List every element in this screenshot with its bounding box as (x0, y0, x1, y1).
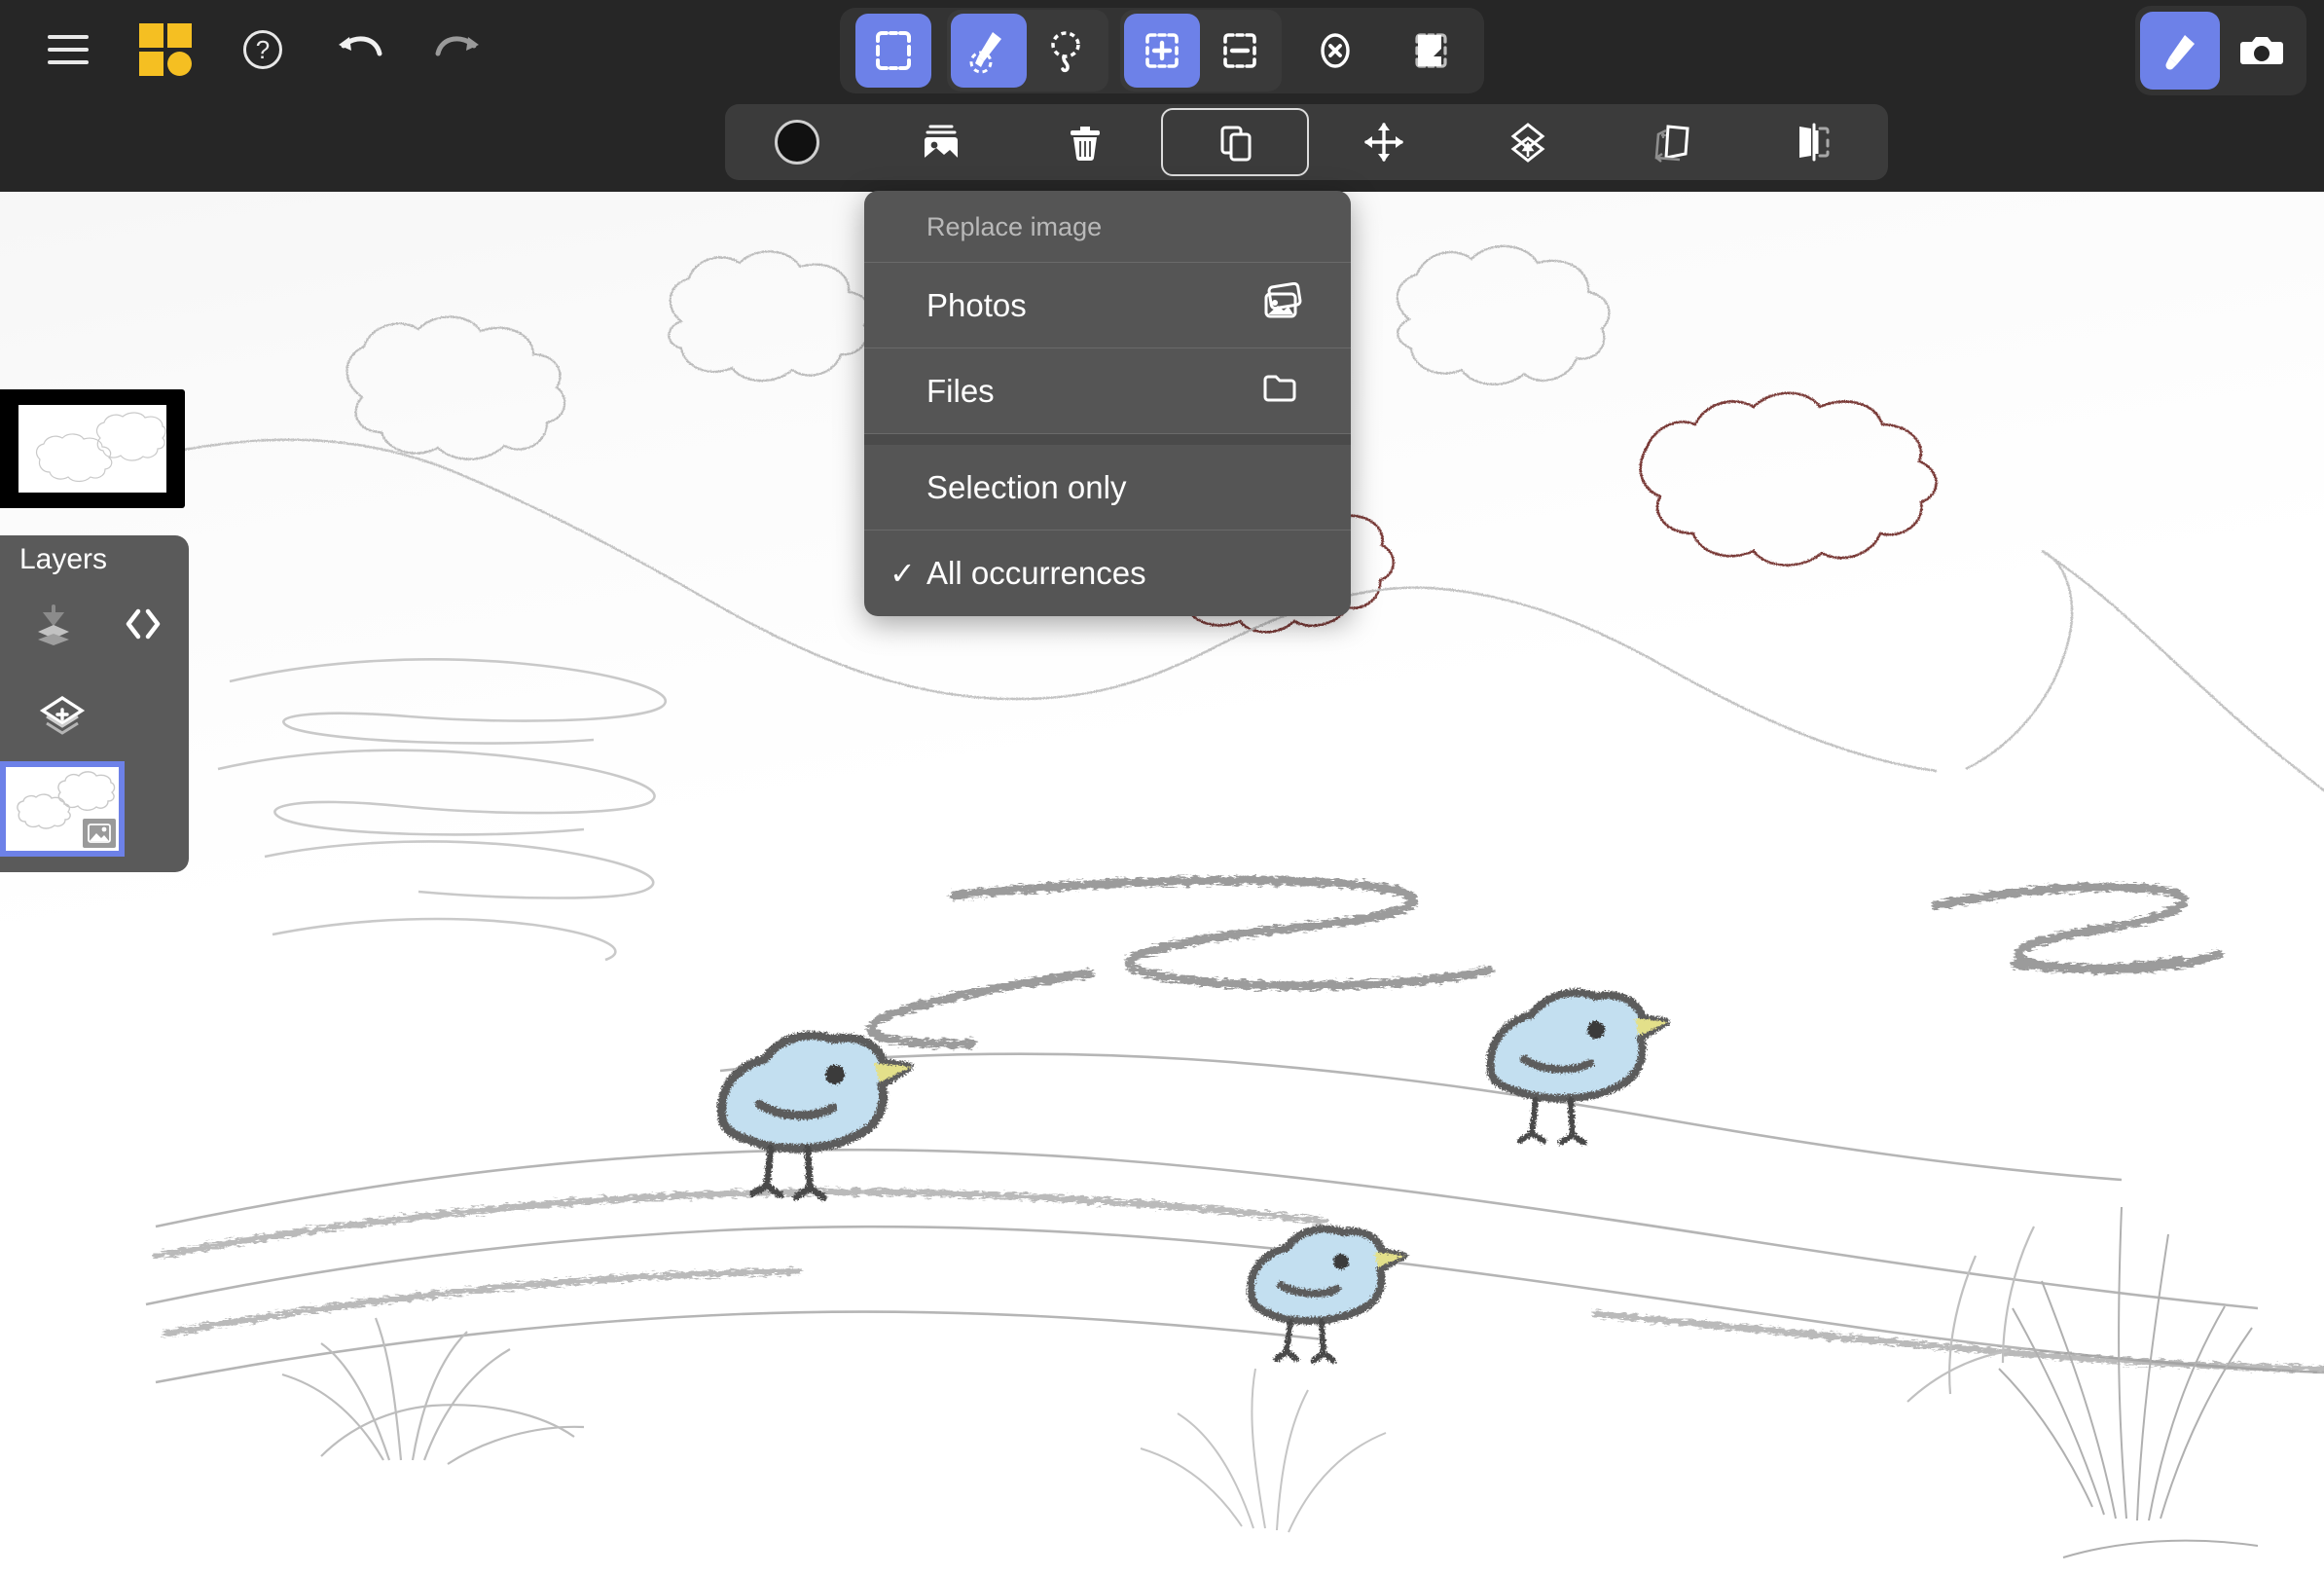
duplicate-icon (1220, 126, 1252, 162)
brush-tool-button[interactable] (2140, 12, 2220, 90)
layer-thumbnail (6, 767, 119, 851)
left-toolbar-cluster: ? (19, 0, 506, 99)
bird-left (716, 1031, 914, 1201)
canvas-preview-thumbnail (18, 405, 166, 493)
menu-divider (864, 434, 1351, 445)
move-arrows-icon (1364, 123, 1404, 162)
bird-center (1247, 1225, 1407, 1364)
distort-button[interactable] (1600, 104, 1744, 180)
app-logo-icon (139, 23, 192, 76)
help-button[interactable]: ? (214, 1, 311, 98)
add-to-selection-button[interactable] (1124, 14, 1200, 88)
invert-selection-button[interactable] (1393, 14, 1469, 88)
replace-menu-header: Replace image (864, 191, 1351, 263)
layers-list (0, 674, 125, 872)
subtract-from-selection-button[interactable] (1202, 14, 1278, 88)
undo-icon (339, 36, 382, 56)
brush-select-icon (969, 32, 1001, 74)
grass-right (1998, 1206, 2259, 1558)
menu-item-all-occurrences[interactable]: ✓ All occurrences (864, 531, 1351, 616)
menu-button[interactable] (19, 1, 117, 98)
arrange-button[interactable] (1456, 104, 1600, 180)
layers-title: Layers (19, 543, 108, 575)
canvas-preview-panel[interactable] (0, 389, 185, 508)
app-root: ? Replace image Photos Files Selection o… (0, 0, 2324, 1575)
invert-selection-icon (1415, 33, 1447, 68)
selection-mode-group (852, 10, 935, 92)
photos-icon (1259, 281, 1304, 329)
help-icon: ? (243, 30, 282, 69)
lasso-icon (1051, 31, 1080, 73)
context-toolbar (725, 104, 1888, 180)
grass-center (1140, 1368, 1387, 1533)
collapse-panel-button[interactable] (111, 592, 175, 656)
brush-select-button[interactable] (951, 14, 1027, 88)
dashed-rect-icon (876, 31, 911, 70)
flip-button[interactable] (1744, 104, 1888, 180)
duplicate-button[interactable] (1160, 108, 1309, 176)
ground-contours (145, 1052, 2324, 1384)
ground-texture (152, 1188, 2324, 1373)
selection-toolbar (840, 8, 1484, 93)
angle-brackets-icon (126, 608, 161, 640)
hamburger-icon (48, 35, 89, 64)
merge-down-button[interactable] (21, 592, 86, 656)
deselect-group (1293, 10, 1377, 92)
image-badge-icon (83, 819, 116, 848)
camera-icon (2240, 37, 2283, 64)
delete-button[interactable] (1013, 104, 1157, 180)
deselect-button[interactable] (1297, 14, 1373, 88)
color-swatch-button[interactable] (725, 104, 869, 180)
trash-icon (1070, 127, 1100, 161)
image-stack-icon (924, 125, 958, 160)
move-button[interactable] (1313, 104, 1457, 180)
flip-horizontal-icon (1799, 123, 1830, 162)
app-logo-button[interactable] (117, 1, 214, 98)
replace-image-button[interactable] (869, 104, 1013, 180)
layers-list-footer (0, 857, 125, 872)
right-toolbar-cluster (2135, 6, 2306, 95)
menu-item-photos[interactable]: Photos (864, 263, 1351, 348)
menu-item-selection-only[interactable]: Selection only (864, 445, 1351, 531)
menu-item-photos-label: Photos (926, 286, 1027, 323)
add-layer-button[interactable] (0, 674, 125, 761)
replace-image-menu: Replace image Photos Files Selection onl… (864, 191, 1351, 616)
camera-tool-button[interactable] (2222, 12, 2302, 90)
menu-item-all-occurrences-label: All occurrences (926, 555, 1146, 591)
brush-icon (2165, 35, 2195, 70)
add-layer-icon (39, 695, 86, 735)
top-toolbar: ? (0, 0, 2324, 192)
folder-icon (1259, 368, 1304, 415)
layer-item[interactable] (0, 761, 125, 857)
bird-right (1486, 988, 1670, 1146)
undo-button[interactable] (311, 1, 409, 98)
rectangle-select-button[interactable] (855, 14, 931, 88)
check-icon: ✓ (890, 556, 916, 591)
selection-plus-icon (1145, 33, 1179, 68)
water-scribbles (217, 658, 668, 962)
layers-panel-header: Layers (0, 535, 189, 674)
layers-panel: Layers (0, 535, 189, 872)
color-circle-icon (774, 120, 819, 165)
brush-lasso-group (947, 10, 1108, 92)
selection-op-group (1120, 10, 1282, 92)
circle-x-icon (1321, 33, 1350, 68)
merge-down-icon (38, 604, 69, 645)
invert-group (1389, 10, 1472, 92)
menu-item-files[interactable]: Files (864, 348, 1351, 434)
selection-minus-icon (1223, 33, 1256, 68)
menu-item-files-label: Files (926, 372, 995, 409)
redo-icon (435, 36, 479, 56)
menu-item-selection-only-label: Selection only (926, 468, 1127, 505)
layers-arrow-icon (1510, 123, 1545, 163)
distort-icon (1654, 125, 1689, 163)
lasso-select-button[interactable] (1029, 14, 1105, 88)
redo-button[interactable] (409, 1, 506, 98)
